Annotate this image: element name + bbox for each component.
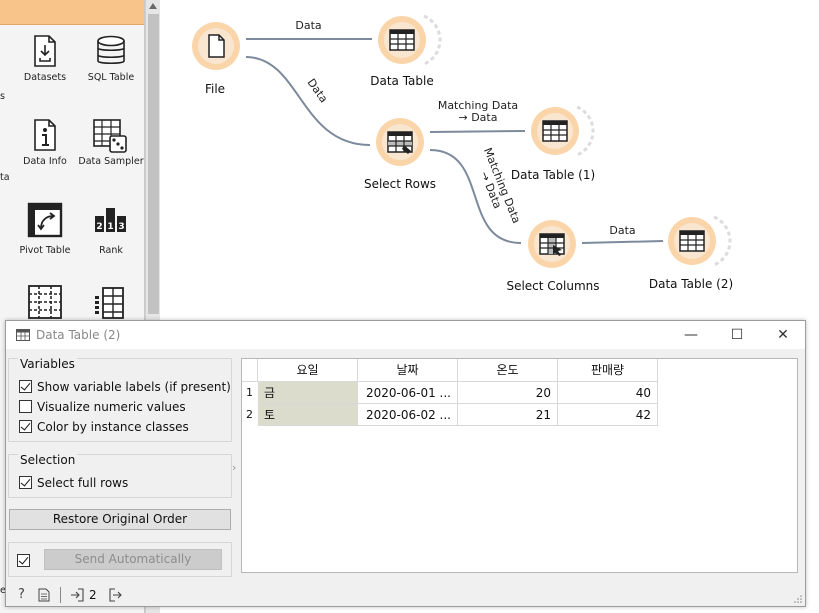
toolbox-edge-label: s	[0, 91, 5, 102]
checkbox-label: Select full rows	[37, 476, 129, 490]
table-icon	[16, 329, 30, 341]
node-output-arcs	[423, 14, 732, 267]
group-title: Variables	[18, 357, 77, 371]
column-header[interactable]: 날짜	[358, 359, 458, 382]
window-titlebar[interactable]: Data Table (2) — ☐ ✕	[6, 321, 805, 349]
window-title: Data Table (2)	[36, 328, 121, 342]
column-header[interactable]: 판매량	[558, 359, 658, 382]
option-color-by-class[interactable]: Color by instance classes	[19, 420, 189, 436]
checkbox[interactable]	[19, 476, 32, 489]
workflow-canvas[interactable]: Data Data Matching Data → Data Matching …	[160, 0, 819, 320]
status-divider	[60, 587, 61, 603]
sql-table-icon	[97, 35, 125, 65]
toolbox-label: Data Sampler	[78, 156, 144, 167]
toolbox-edge-label: ta	[0, 172, 10, 183]
help-icon[interactable]: ?	[18, 587, 25, 602]
table-cell[interactable]: 42	[558, 404, 658, 426]
toolbox-item-partial-2[interactable]	[76, 284, 144, 320]
toolbox-label: Pivot Table	[19, 245, 71, 256]
status-bar: ? 2	[6, 583, 805, 607]
close-button[interactable]: ✕	[760, 321, 806, 349]
toolbox-item-datasets[interactable]: Datasets	[10, 34, 80, 83]
toolbox-label: Data Info	[23, 156, 67, 167]
input-icon[interactable]	[70, 588, 84, 602]
table-grid-icon	[28, 285, 62, 319]
variables-group: Variables Show variable labels (if prese…	[8, 357, 232, 442]
rank-icon: 2 1 3	[95, 208, 126, 232]
send-auto-checkbox[interactable]	[17, 554, 30, 567]
columns-icon	[95, 287, 124, 319]
option-visualize-numeric[interactable]: Visualize numeric values	[19, 400, 186, 416]
checkbox-label: Show variable labels (if present)	[37, 380, 231, 394]
table-cell[interactable]: 2020-06-02 ...	[358, 404, 458, 426]
selection-group: Selection Select full rows	[8, 453, 232, 498]
data-table-window: Data Table (2) — ☐ ✕ Variables Show vari…	[5, 320, 806, 607]
table-cell[interactable]: 토	[258, 404, 358, 426]
scrollbar-thumb[interactable]	[148, 14, 159, 314]
table-cell[interactable]: 21	[458, 404, 558, 426]
toolbox-item-data-info[interactable]: Data Info	[10, 118, 80, 167]
checkbox-label: Visualize numeric values	[37, 400, 186, 414]
scroll-up-icon[interactable]	[149, 3, 157, 9]
table-cell[interactable]: 40	[558, 382, 658, 404]
toolbox-item-partial-1[interactable]	[10, 284, 80, 320]
group-title: Selection	[18, 453, 78, 467]
checkbox[interactable]	[19, 400, 32, 413]
data-info-icon	[34, 119, 56, 151]
send-automatically-button[interactable]: Send Automatically	[44, 549, 222, 570]
toolbox-item-rank[interactable]: 2 1 3 Rank	[76, 202, 144, 256]
checkbox[interactable]	[19, 420, 32, 433]
option-show-variable-labels[interactable]: Show variable labels (if present)	[19, 380, 231, 396]
row-number[interactable]: 2	[242, 404, 257, 426]
toolbox-item-pivot-table[interactable]: Pivot Table	[10, 202, 80, 256]
svg-text:2: 2	[96, 222, 102, 232]
data-sampler-icon	[93, 119, 127, 153]
category-header[interactable]	[0, 0, 144, 25]
column-header[interactable]: 요일	[258, 359, 358, 382]
toolbox-label: Rank	[99, 245, 123, 256]
column-header[interactable]: 온도	[458, 359, 558, 382]
toolbox-label: Datasets	[23, 72, 67, 83]
checkbox[interactable]	[19, 380, 32, 393]
table-cell[interactable]: 20	[458, 382, 558, 404]
output-icon[interactable]	[109, 588, 123, 602]
table-cell[interactable]: 2020-06-01 ...	[358, 382, 458, 404]
collapse-chevron-icon[interactable]: ›	[232, 461, 236, 474]
restore-order-button[interactable]: Restore Original Order	[9, 509, 231, 530]
datasets-icon	[34, 35, 56, 67]
option-select-full-rows[interactable]: Select full rows	[19, 476, 128, 492]
row-number[interactable]: 1	[242, 382, 257, 404]
corner-header[interactable]	[242, 359, 258, 382]
data-table-view[interactable]: 요일 날짜 온도 판매량 1 금 2020-06-01 ... 20 40 2 …	[241, 358, 798, 573]
pivot-table-icon	[27, 202, 63, 238]
report-icon[interactable]	[38, 588, 50, 602]
minimize-button[interactable]: —	[668, 321, 714, 349]
table-cell[interactable]: 금	[258, 382, 358, 404]
toolbox-item-sql-table[interactable]: SQL Table	[76, 34, 144, 83]
toolbox-item-data-sampler[interactable]: Data Sampler	[76, 118, 144, 167]
resize-grip-icon[interactable]	[793, 594, 803, 604]
checkbox-label: Color by instance classes	[37, 420, 189, 434]
maximize-button[interactable]: ☐	[714, 321, 760, 349]
input-count: 2	[89, 588, 97, 602]
send-group: Send Automatically	[8, 542, 232, 577]
svg-text:3: 3	[118, 222, 124, 232]
svg-text:1: 1	[107, 222, 113, 232]
